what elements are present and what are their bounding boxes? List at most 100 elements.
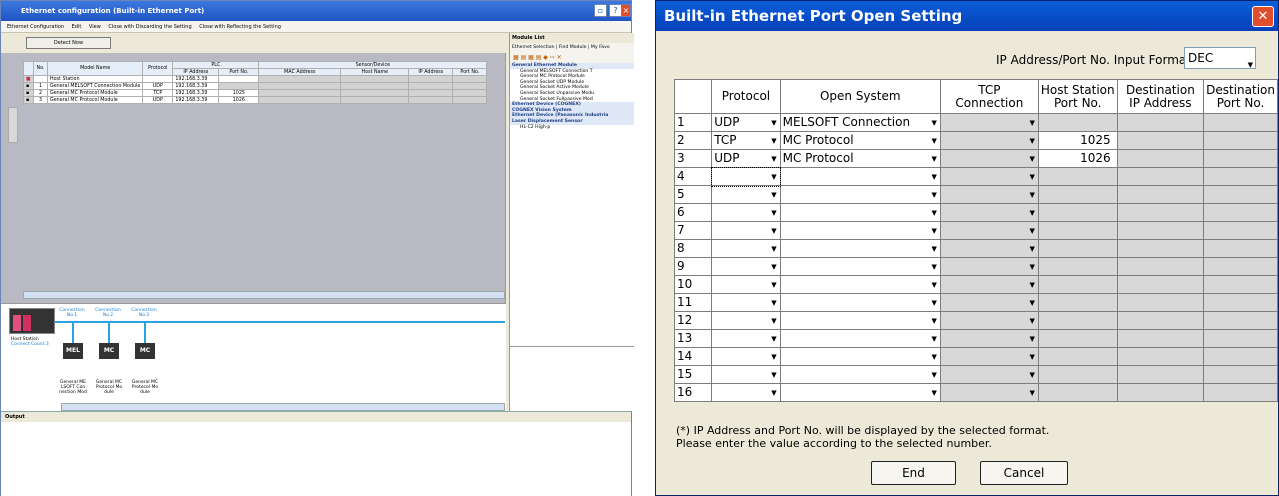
dest-port-input[interactable] xyxy=(1203,293,1278,312)
open-system-select[interactable]: ▼ xyxy=(779,311,941,330)
tcp-connection-select[interactable]: ▼ xyxy=(939,185,1039,204)
tcp-connection-select[interactable]: ▼ xyxy=(939,257,1039,276)
protocol-select[interactable]: ▼ xyxy=(710,166,782,187)
dest-ip-input[interactable] xyxy=(1116,167,1205,186)
tcp-connection-select[interactable]: ▼ xyxy=(939,347,1039,366)
host-port-input[interactable] xyxy=(1037,383,1118,402)
row-scroll-arrows[interactable] xyxy=(8,107,18,143)
dest-ip-input[interactable] xyxy=(1116,257,1205,276)
dest-ip-input[interactable] xyxy=(1116,203,1205,222)
protocol-select[interactable]: TCP ▼ xyxy=(711,131,781,150)
protocol-select[interactable]: ▼ xyxy=(711,347,781,366)
open-system-select[interactable]: ▼ xyxy=(779,221,941,240)
menu-edit[interactable]: Edit xyxy=(72,24,82,30)
host-port-input[interactable] xyxy=(1037,203,1118,222)
module-list-toolbar[interactable]: ▦ ▤ ▦ ▤ ◆ ⇨ ✕ xyxy=(510,53,634,63)
host-port-input[interactable]: 1026 xyxy=(1037,149,1118,168)
host-port-input[interactable] xyxy=(1037,257,1118,276)
horizontal-scrollbar[interactable] xyxy=(23,291,505,299)
end-button[interactable]: End xyxy=(871,461,956,485)
tcp-connection-select[interactable]: ▼ xyxy=(939,275,1039,294)
host-port-input[interactable]: 1025 xyxy=(1037,131,1118,150)
close-icon[interactable]: × xyxy=(621,4,631,17)
dest-port-input[interactable] xyxy=(1203,239,1278,258)
module-list-tabs[interactable]: Ethernet Selection | Find Module | My Fa… xyxy=(510,43,634,53)
dest-port-input[interactable] xyxy=(1203,275,1278,294)
dest-ip-input[interactable] xyxy=(1116,113,1205,132)
open-system-select[interactable]: ▼ xyxy=(779,167,941,186)
protocol-select[interactable]: ▼ xyxy=(711,257,781,276)
protocol-select[interactable]: ▼ xyxy=(711,383,781,402)
close-icon[interactable]: ✕ xyxy=(1252,6,1274,27)
tcp-connection-select[interactable]: ▼ xyxy=(939,383,1039,402)
tcp-connection-select[interactable]: ▼ xyxy=(939,293,1039,312)
protocol-select[interactable]: ▼ xyxy=(711,203,781,222)
dest-port-input[interactable] xyxy=(1203,221,1278,240)
mc-module-icon[interactable]: MC xyxy=(99,343,119,359)
protocol-select[interactable]: UDP ▼ xyxy=(711,149,781,168)
melsoft-module-icon[interactable]: MEL xyxy=(63,343,83,359)
dest-port-input[interactable] xyxy=(1203,113,1278,132)
protocol-select[interactable]: UDP ▼ xyxy=(711,113,781,132)
cancel-button[interactable]: Cancel xyxy=(980,461,1068,485)
dest-ip-input[interactable] xyxy=(1116,131,1205,150)
table-row[interactable]: ■ Host Station 192.168.3.39 xyxy=(23,75,488,83)
dest-ip-input[interactable] xyxy=(1116,347,1205,366)
menu-close-reflect[interactable]: Close with Reflecting the Setting xyxy=(199,24,281,30)
open-system-select[interactable]: ▼ xyxy=(779,257,941,276)
open-system-select[interactable]: ▼ xyxy=(779,185,941,204)
dest-ip-input[interactable] xyxy=(1116,329,1205,348)
host-station-graphic[interactable] xyxy=(9,308,55,334)
host-port-input[interactable] xyxy=(1037,311,1118,330)
dest-port-input[interactable] xyxy=(1203,149,1278,168)
dest-ip-input[interactable] xyxy=(1116,149,1205,168)
table-row[interactable]: ▪ 1 General MELSOFT Connection Module UD… xyxy=(23,82,488,90)
tcp-connection-select[interactable]: ▼ xyxy=(939,131,1039,150)
dest-ip-input[interactable] xyxy=(1116,365,1205,384)
tcp-connection-select[interactable]: ▼ xyxy=(939,113,1039,132)
dest-port-input[interactable] xyxy=(1203,257,1278,276)
open-system-select[interactable]: MC Protocol ▼ xyxy=(779,149,941,168)
host-port-input[interactable] xyxy=(1037,185,1118,204)
dest-port-input[interactable] xyxy=(1203,347,1278,366)
dest-port-input[interactable] xyxy=(1203,167,1278,186)
dest-port-input[interactable] xyxy=(1203,203,1278,222)
dest-ip-input[interactable] xyxy=(1116,293,1205,312)
diagram-scrollbar[interactable] xyxy=(61,403,505,411)
dest-port-input[interactable] xyxy=(1203,311,1278,330)
host-port-input[interactable] xyxy=(1037,347,1118,366)
host-port-input[interactable] xyxy=(1037,365,1118,384)
menu-close-discard[interactable]: Close with Discarding the Setting xyxy=(108,24,191,30)
tcp-connection-select[interactable]: ▼ xyxy=(939,311,1039,330)
menu-ethernet-configuration[interactable]: Ethernet Configuration xyxy=(7,24,64,30)
host-port-input[interactable] xyxy=(1037,293,1118,312)
menu-view[interactable]: View xyxy=(89,24,101,30)
dest-port-input[interactable] xyxy=(1203,383,1278,402)
table-row[interactable]: ▪ 2 General MC Protocol Module TCP 192.1… xyxy=(23,89,488,97)
input-format-select[interactable]: DEC ▼ xyxy=(1184,47,1256,69)
protocol-select[interactable]: ▼ xyxy=(711,185,781,204)
tcp-connection-select[interactable]: ▼ xyxy=(939,329,1039,348)
dest-port-input[interactable] xyxy=(1203,365,1278,384)
tree-item[interactable]: HL-C2 High-p xyxy=(510,125,634,131)
protocol-select[interactable]: ▼ xyxy=(711,329,781,348)
open-system-select[interactable]: ▼ xyxy=(779,365,941,384)
protocol-select[interactable]: ▼ xyxy=(711,365,781,384)
tcp-connection-select[interactable]: ▼ xyxy=(939,203,1039,222)
open-system-select[interactable]: MELSOFT Connection ▼ xyxy=(779,113,941,132)
tcp-connection-select[interactable]: ▼ xyxy=(939,239,1039,258)
protocol-select[interactable]: ▼ xyxy=(711,221,781,240)
open-system-select[interactable]: ▼ xyxy=(779,383,941,402)
dest-port-input[interactable] xyxy=(1203,185,1278,204)
protocol-select[interactable]: ▼ xyxy=(711,239,781,258)
host-port-input[interactable] xyxy=(1037,221,1118,240)
open-system-select[interactable]: ▼ xyxy=(779,347,941,366)
tcp-connection-select[interactable]: ▼ xyxy=(939,149,1039,168)
protocol-select[interactable]: ▼ xyxy=(711,293,781,312)
dest-ip-input[interactable] xyxy=(1116,311,1205,330)
protocol-select[interactable]: ▼ xyxy=(711,275,781,294)
open-system-select[interactable]: ▼ xyxy=(779,239,941,258)
protocol-select[interactable]: ▼ xyxy=(711,311,781,330)
tcp-connection-select[interactable]: ▼ xyxy=(939,365,1039,384)
dest-ip-input[interactable] xyxy=(1116,239,1205,258)
